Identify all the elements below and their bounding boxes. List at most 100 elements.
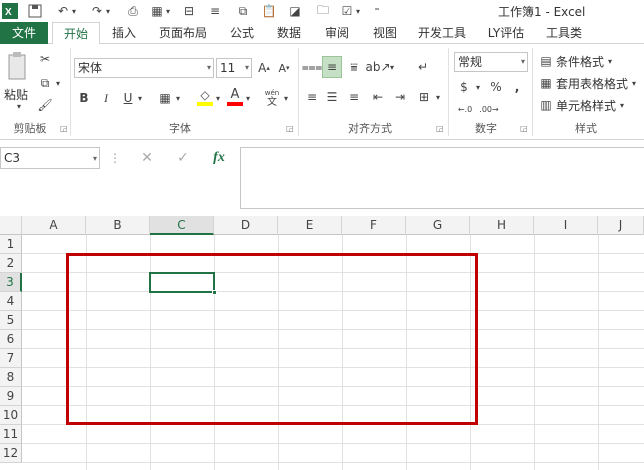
clipboard-launcher-icon[interactable]: ◲ xyxy=(60,124,68,133)
tab-insert[interactable]: 插入 xyxy=(104,22,144,44)
conditional-format-icon[interactable]: ▤ xyxy=(538,52,554,70)
tab-developer[interactable]: 开发工具 xyxy=(412,22,472,44)
tab-tools[interactable]: 工具类 xyxy=(538,22,590,44)
column-header-a[interactable]: A xyxy=(22,216,86,235)
cancel-edit-icon[interactable]: ✕ xyxy=(136,147,158,169)
font-size-select[interactable]: 11 ▾ xyxy=(216,58,252,78)
customize-qa-icon[interactable]: ⁼ xyxy=(372,2,382,20)
tab-data[interactable]: 数据 xyxy=(268,22,310,44)
paste-qa-icon[interactable]: 📋 xyxy=(260,2,278,20)
column-header-e[interactable]: E xyxy=(278,216,342,235)
borders-icon[interactable]: ▦ xyxy=(156,88,174,108)
increase-decimal-icon[interactable]: ←.0 xyxy=(454,100,476,118)
row-header-10[interactable]: 10 xyxy=(0,406,22,425)
column-header-b[interactable]: B xyxy=(86,216,150,235)
align-left-qa-icon[interactable]: ≡ xyxy=(206,2,224,20)
comma-icon[interactable]: , xyxy=(510,76,524,98)
tab-file[interactable]: 文件 xyxy=(0,22,48,44)
fill-color-icon[interactable]: ◇ xyxy=(196,86,214,108)
copy-dropdown-icon[interactable]: ▾ xyxy=(54,74,62,92)
column-header-c[interactable]: C xyxy=(150,216,214,235)
font-name-select[interactable]: 宋体 ▾ xyxy=(74,58,214,78)
align-top-icon[interactable]: ⩶ xyxy=(302,56,323,78)
tab-page-layout[interactable]: 页面布局 xyxy=(150,22,216,44)
table-format-button[interactable]: 套用表格格式 xyxy=(556,75,628,92)
camera-icon[interactable]: ◪ xyxy=(286,2,304,20)
column-header-d[interactable]: D xyxy=(214,216,278,235)
table-format-dropdown-icon[interactable]: ▾ xyxy=(630,74,638,92)
row-header-12[interactable]: 12 xyxy=(0,444,22,463)
align-left-icon[interactable]: ≡ xyxy=(302,86,322,108)
fill-color-dropdown-icon[interactable]: ▾ xyxy=(214,88,222,108)
column-header-g[interactable]: G xyxy=(406,216,470,235)
align-right-icon[interactable]: ≡ xyxy=(344,86,364,108)
align-middle-icon[interactable]: ≡ xyxy=(322,56,342,78)
save-icon[interactable] xyxy=(26,2,44,20)
number-launcher-icon[interactable]: ◲ xyxy=(520,124,528,133)
bold-icon[interactable]: B xyxy=(76,88,92,108)
tab-review[interactable]: 审阅 xyxy=(316,22,358,44)
increase-font-icon[interactable]: A ▴ xyxy=(256,58,272,78)
redo-dropdown-icon[interactable]: ▾ xyxy=(104,2,112,20)
align-icon[interactable]: ⊟ xyxy=(180,2,198,20)
decrease-font-icon[interactable]: A ▾ xyxy=(276,58,292,78)
row-header-7[interactable]: 7 xyxy=(0,349,22,368)
row-header-5[interactable]: 5 xyxy=(0,311,22,330)
percent-icon[interactable]: % xyxy=(488,76,504,98)
row-header-1[interactable]: 1 xyxy=(0,235,22,254)
undo-dropdown-icon[interactable]: ▾ xyxy=(70,2,78,20)
more-options-icon[interactable]: ⋮ xyxy=(109,147,121,169)
merge-center-icon[interactable]: ⊞ xyxy=(414,86,434,108)
column-header-i[interactable]: I xyxy=(534,216,598,235)
column-header-h[interactable]: H xyxy=(470,216,534,235)
cell-styles-icon[interactable]: ▥ xyxy=(538,96,554,114)
row-header-4[interactable]: 4 xyxy=(0,292,22,311)
tab-formulas[interactable]: 公式 xyxy=(222,22,262,44)
qa-more-dropdown-icon[interactable]: ▾ xyxy=(354,2,362,20)
orientation-dropdown-icon[interactable]: ▾ xyxy=(388,56,396,78)
copy-qa-icon[interactable]: ⧉ xyxy=(234,2,252,20)
accounting-icon[interactable]: $ xyxy=(454,76,474,98)
form-dropdown-icon[interactable]: ▾ xyxy=(164,2,172,20)
formula-input[interactable] xyxy=(240,147,644,209)
font-launcher-icon[interactable]: ◲ xyxy=(286,124,294,133)
column-header-f[interactable]: F xyxy=(342,216,406,235)
print-preview-icon[interactable]: ⎙ xyxy=(124,2,142,20)
format-painter-icon[interactable]: 🖌 xyxy=(36,96,54,114)
cell-styles-dropdown-icon[interactable]: ▾ xyxy=(618,96,626,114)
cut-icon[interactable]: ✂ xyxy=(36,50,54,68)
number-format-select[interactable]: 常规 ▾ xyxy=(454,52,528,72)
alignment-launcher-icon[interactable]: ◲ xyxy=(436,124,444,133)
borders-dropdown-icon[interactable]: ▾ xyxy=(174,88,182,108)
row-header-3[interactable]: 3 xyxy=(0,273,22,292)
row-header-2[interactable]: 2 xyxy=(0,254,22,273)
decrease-indent-icon[interactable]: ⇤ xyxy=(368,86,388,108)
row-header-11[interactable]: 11 xyxy=(0,425,22,444)
insert-function-icon[interactable]: fx xyxy=(206,147,232,169)
underline-icon[interactable]: U xyxy=(120,88,136,108)
tab-view[interactable]: 视图 xyxy=(364,22,406,44)
conditional-format-button[interactable]: 条件格式 xyxy=(556,53,604,70)
tab-home[interactable]: 开始 xyxy=(52,22,100,45)
name-box[interactable]: C3 ▾ xyxy=(0,147,100,169)
decrease-decimal-icon[interactable]: .00→ xyxy=(478,100,500,118)
column-header-j[interactable]: J xyxy=(598,216,644,235)
increase-indent-icon[interactable]: ⇥ xyxy=(390,86,410,108)
align-bottom-icon[interactable]: ⩸ xyxy=(344,56,364,78)
row-header-9[interactable]: 9 xyxy=(0,387,22,406)
row-header-6[interactable]: 6 xyxy=(0,330,22,349)
font-color-icon[interactable]: A xyxy=(226,86,244,108)
phonetic-icon[interactable]: wén 文 xyxy=(262,86,282,110)
tab-ly-evaluate[interactable]: LY评估 xyxy=(478,22,534,44)
conditional-format-dropdown-icon[interactable]: ▾ xyxy=(606,52,614,70)
table-format-icon[interactable]: ▦ xyxy=(538,74,554,92)
align-center-icon[interactable]: ☰ xyxy=(322,86,342,108)
merge-dropdown-icon[interactable]: ▾ xyxy=(434,86,442,108)
row-header-8[interactable]: 8 xyxy=(0,368,22,387)
accounting-dropdown-icon[interactable]: ▾ xyxy=(474,76,482,98)
italic-icon[interactable]: I xyxy=(98,88,114,108)
copy-icon[interactable]: ⧉ xyxy=(36,74,54,92)
cell-styles-button[interactable]: 单元格样式 xyxy=(556,97,616,114)
paste-icon[interactable] xyxy=(4,50,30,84)
phonetic-dropdown-icon[interactable]: ▾ xyxy=(282,88,290,108)
